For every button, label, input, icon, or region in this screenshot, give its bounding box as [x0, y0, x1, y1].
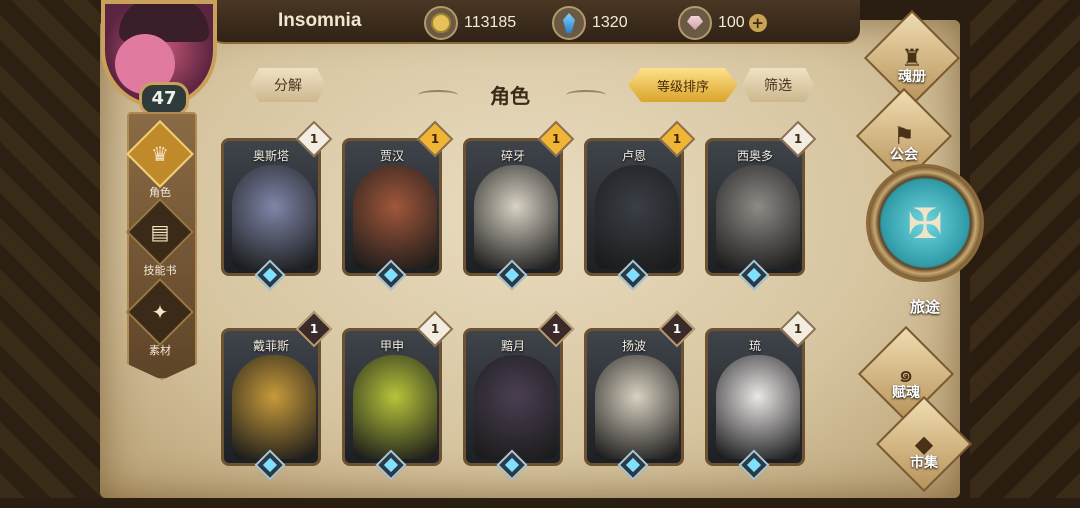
character-level: 1	[430, 132, 440, 146]
player-level-badge: 47	[139, 82, 189, 116]
character-portrait	[716, 355, 800, 459]
endow-soul-label: 赋魂	[892, 385, 920, 401]
character-card[interactable]: 琉1	[705, 310, 817, 481]
character-portrait	[232, 165, 316, 269]
nav-item-materials[interactable]: ✦ 素材	[126, 278, 194, 358]
character-portrait	[474, 355, 558, 459]
endow-soul-button[interactable]: ๑ 赋魂	[857, 325, 955, 423]
gold-coin-icon	[424, 6, 458, 40]
card-frame: 黯月	[463, 328, 563, 466]
character-card[interactable]: 奥斯塔 1	[221, 120, 333, 291]
card-frame: 琉	[705, 328, 805, 466]
book-icon: ▤	[126, 198, 194, 266]
pink-gem-icon	[678, 6, 712, 40]
character-portrait	[595, 355, 679, 459]
guild-label: 公会	[890, 147, 918, 163]
character-card[interactable]: 扬波 1	[584, 310, 696, 481]
soul-book-label: 魂册	[898, 69, 926, 85]
sort-by-level-button[interactable]: 等级排序	[628, 68, 738, 102]
character-card[interactable]: 贾汉 1	[342, 120, 454, 291]
left-border-pattern	[0, 0, 110, 498]
character-portrait	[353, 165, 437, 269]
helmet-icon: ♛	[126, 120, 194, 188]
blue-crystal-icon	[552, 6, 586, 40]
character-level: 1	[672, 322, 682, 336]
card-frame: 贾汉	[342, 138, 442, 276]
character-portrait	[232, 355, 316, 459]
title-ornament-right	[566, 90, 606, 100]
character-level: 1	[551, 322, 561, 336]
add-gem-button[interactable]: +	[748, 14, 767, 32]
crystal-value: 1320	[592, 14, 628, 31]
gem-resource: 100 +	[678, 6, 767, 40]
guild-button[interactable]: ⚑ 公会	[855, 87, 953, 185]
character-portrait	[474, 165, 558, 269]
journey-label: 旅途	[909, 298, 940, 316]
page-title: 角色	[490, 84, 530, 108]
decompose-button[interactable]: 分解	[250, 68, 326, 102]
character-card[interactable]: 黯月 1	[463, 310, 575, 481]
journey-emblem-icon: ✠	[866, 164, 984, 282]
soul-book-button[interactable]: ♜ 魂册	[863, 9, 961, 107]
nav-item-characters[interactable]: ♛ 角色	[126, 120, 194, 200]
gold-resource: 113185	[424, 6, 516, 40]
card-frame: 甲申	[342, 328, 442, 466]
card-frame: 碎牙	[463, 138, 563, 276]
character-portrait	[353, 355, 437, 459]
filter-button[interactable]: 筛选	[742, 68, 814, 102]
character-portrait	[595, 165, 679, 269]
character-portrait	[716, 165, 800, 269]
crystal-resource: 1320	[552, 6, 628, 40]
character-level: 1	[551, 132, 561, 146]
character-level: 1	[309, 322, 319, 336]
card-frame: 奥斯塔	[221, 138, 321, 276]
character-level: 1	[430, 322, 440, 336]
card-frame: 卢恩	[584, 138, 684, 276]
character-level: 1	[793, 132, 803, 146]
title-ornament-left	[418, 90, 458, 100]
card-frame: 戴菲斯	[221, 328, 321, 466]
character-level: 1	[309, 132, 319, 146]
character-card[interactable]: 西奥多 1	[705, 120, 817, 291]
gem-value: 100	[718, 14, 745, 31]
card-frame: 扬波	[584, 328, 684, 466]
market-button[interactable]: ◆ 市集	[875, 395, 973, 493]
journey-button[interactable]: ✠ 旅途	[866, 164, 986, 316]
character-card[interactable]: 碎牙 1	[463, 120, 575, 291]
player-name: Insomnia	[278, 10, 362, 31]
character-card[interactable]: 戴菲斯 1	[221, 310, 333, 481]
market-label: 市集	[910, 455, 938, 471]
character-level: 1	[793, 322, 803, 336]
card-frame: 西奥多	[705, 138, 805, 276]
beast-icon: ✦	[126, 278, 194, 346]
right-border-pattern	[970, 0, 1080, 498]
character-card[interactable]: 卢恩 1	[584, 120, 696, 291]
character-level: 1	[672, 132, 682, 146]
gold-value: 113185	[464, 14, 517, 31]
nav-item-skill-books[interactable]: ▤ 技能书	[126, 198, 194, 278]
character-card[interactable]: 甲申 1	[342, 310, 454, 481]
